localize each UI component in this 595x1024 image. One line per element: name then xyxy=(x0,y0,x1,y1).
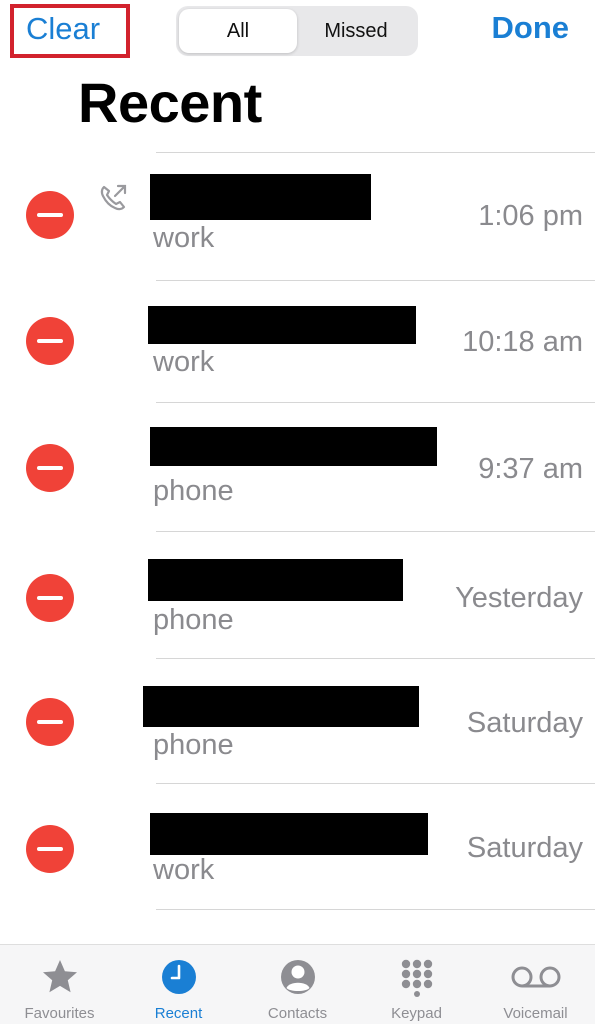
redacted-contact-name xyxy=(148,306,416,344)
call-time: Saturday xyxy=(466,832,583,864)
delete-button[interactable] xyxy=(26,317,74,365)
delete-button[interactable] xyxy=(26,191,74,239)
segment-all[interactable]: All xyxy=(179,9,297,53)
delete-button[interactable] xyxy=(26,825,74,873)
delete-button[interactable] xyxy=(26,574,74,622)
redacted-contact-name xyxy=(150,427,437,466)
delete-button[interactable] xyxy=(26,698,74,746)
call-type-label: work xyxy=(153,854,215,886)
redacted-contact-name xyxy=(150,174,371,220)
tab-label: Voicemail xyxy=(503,1005,568,1022)
done-button[interactable]: Done xyxy=(492,10,570,46)
call-time: 10:18 am xyxy=(462,326,583,358)
tab-label: Contacts xyxy=(267,1005,328,1022)
tab-label: Favourites xyxy=(24,1005,95,1022)
divider xyxy=(156,909,595,910)
call-time: Saturday xyxy=(466,707,583,739)
redacted-contact-name xyxy=(150,813,428,855)
call-row[interactable]: phone 9:37 am xyxy=(0,403,595,532)
page-title: Recent xyxy=(78,71,262,134)
person-icon xyxy=(280,960,315,994)
delete-button[interactable] xyxy=(26,444,74,492)
call-time: 1:06 pm xyxy=(478,200,583,232)
call-type-label: phone xyxy=(153,729,234,761)
clock-icon xyxy=(161,960,196,994)
star-icon xyxy=(42,960,77,993)
call-row[interactable]: work 1:06 pm xyxy=(0,153,595,281)
call-time: Yesterday xyxy=(455,582,583,614)
redacted-contact-name xyxy=(148,559,403,601)
segment-missed[interactable]: Missed xyxy=(297,9,415,53)
call-row[interactable]: phone Yesterday xyxy=(0,532,595,660)
voicemail-icon xyxy=(511,966,560,988)
tab-contacts[interactable]: Contacts xyxy=(238,945,357,1024)
call-type-label: phone xyxy=(153,475,234,507)
outgoing-call-icon xyxy=(100,184,127,211)
call-type-label: phone xyxy=(153,604,234,636)
keypad-icon xyxy=(401,959,432,997)
call-type-label: work xyxy=(153,222,215,254)
tab-recent[interactable]: Recent xyxy=(119,945,238,1024)
segmented-control: All Missed xyxy=(176,6,418,56)
tab-bar: Favourites Recent Contacts Keypad Voicem… xyxy=(0,944,595,1024)
redacted-contact-name xyxy=(143,686,419,727)
tab-keypad[interactable]: Keypad xyxy=(357,945,476,1024)
call-row[interactable]: work 10:18 am xyxy=(0,277,595,405)
call-type-label: work xyxy=(153,346,215,378)
tab-voicemail[interactable]: Voicemail xyxy=(476,945,595,1024)
top-bar: Clear All Missed Done xyxy=(0,0,595,60)
tab-label: Keypad xyxy=(391,1005,442,1022)
call-row[interactable]: work Saturday xyxy=(0,784,595,912)
tab-favourites[interactable]: Favourites xyxy=(0,945,119,1024)
clear-button[interactable]: Clear xyxy=(10,4,130,58)
call-time: 9:37 am xyxy=(478,453,583,485)
tab-label: Recent xyxy=(154,1005,203,1022)
call-row[interactable]: phone Saturday xyxy=(0,659,595,787)
